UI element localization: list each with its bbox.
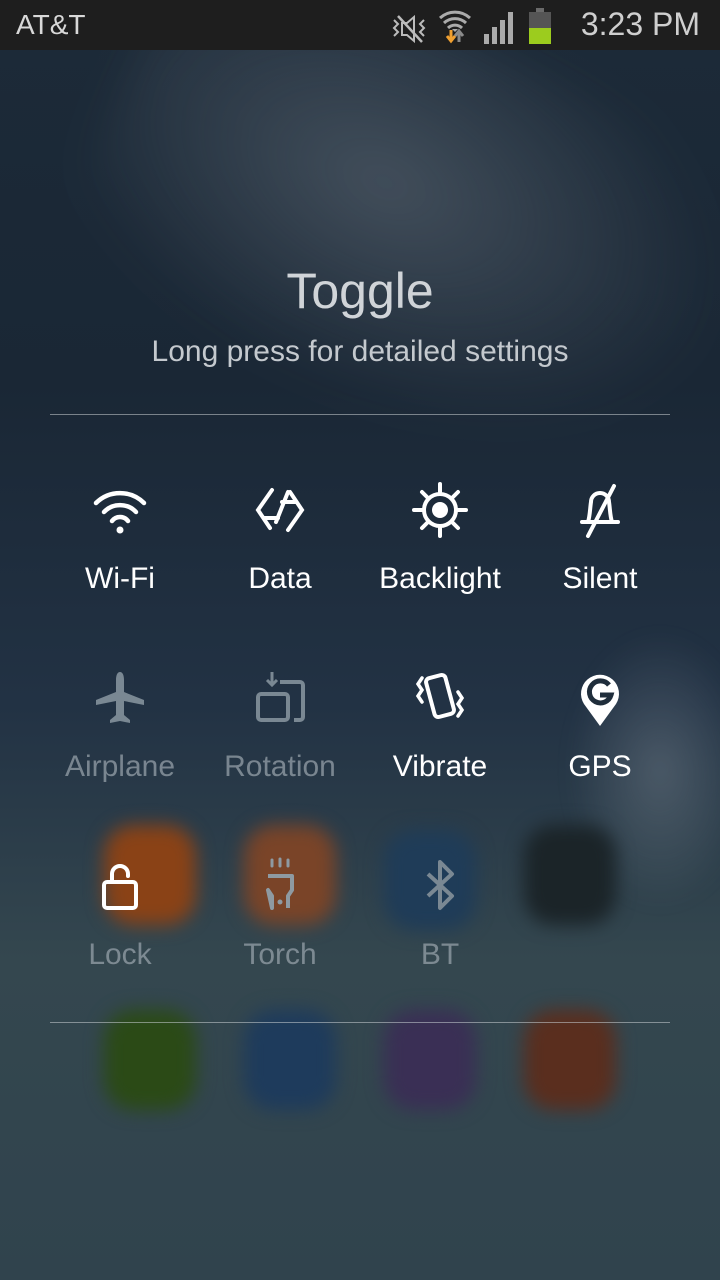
data-sync-icon [255, 488, 305, 532]
vibrate-icon [415, 672, 465, 720]
toggle-label: Rotation [224, 750, 336, 783]
signal-strength-icon [484, 12, 513, 44]
toggle-label: Wi-Fi [85, 562, 155, 595]
panel-subtitle: Long press for detailed settings [151, 335, 569, 368]
top-divider [50, 414, 670, 415]
toggle-wifi[interactable]: Wi-Fi [40, 480, 200, 596]
toggle-backlight[interactable]: Backlight [360, 480, 520, 596]
toggle-label: Torch [243, 938, 317, 971]
toggle-label: BT [420, 938, 460, 971]
blurred-app-icon [104, 1010, 196, 1110]
toggle-label: Airplane [64, 750, 176, 783]
toggle-silent[interactable]: Silent [520, 480, 680, 596]
toggle-label: GPS [568, 750, 632, 783]
rotation-icon [256, 672, 305, 722]
carrier-name: AT&T [16, 9, 86, 40]
toggle-data[interactable]: Data [200, 480, 360, 596]
clock: 3:23 PM [580, 6, 700, 42]
toggle-rotation[interactable]: Rotation [200, 668, 360, 784]
bottom-divider [50, 1022, 670, 1023]
blurred-app-icon [524, 825, 616, 925]
blurred-app-icon [524, 1010, 616, 1110]
toggle-vibrate[interactable]: Vibrate [360, 668, 520, 784]
panel-title: Toggle [286, 263, 434, 319]
toggle-label: Data [248, 562, 312, 595]
bluetooth-icon [426, 860, 454, 910]
toggle-label: Vibrate [392, 750, 488, 783]
blurred-app-icon [384, 1010, 476, 1110]
torch-icon [266, 857, 294, 910]
wifi-data-activity-icon [438, 10, 472, 44]
unlock-icon [102, 864, 138, 910]
toggle-lock[interactable]: Lock [40, 856, 200, 972]
toggle-label: Lock [88, 938, 152, 971]
status-bar: AT&T 3:23 PM [0, 0, 720, 50]
battery-icon [529, 8, 551, 44]
airplane-icon [96, 672, 144, 723]
toggle-label: Silent [562, 562, 638, 595]
bell-off-icon [580, 484, 620, 538]
mute-vibrate-icon [392, 14, 426, 44]
wifi-icon [93, 490, 147, 534]
toggle-gps[interactable]: GPS [520, 668, 680, 784]
gps-icon [581, 674, 619, 726]
toggle-airplane[interactable]: Airplane [40, 668, 200, 784]
toggle-bluetooth[interactable]: BT [360, 856, 520, 972]
toggle-torch[interactable]: Torch [200, 856, 360, 972]
toggle-label: Backlight [379, 562, 501, 595]
brightness-icon [412, 482, 468, 538]
blurred-app-icon [244, 1010, 336, 1110]
